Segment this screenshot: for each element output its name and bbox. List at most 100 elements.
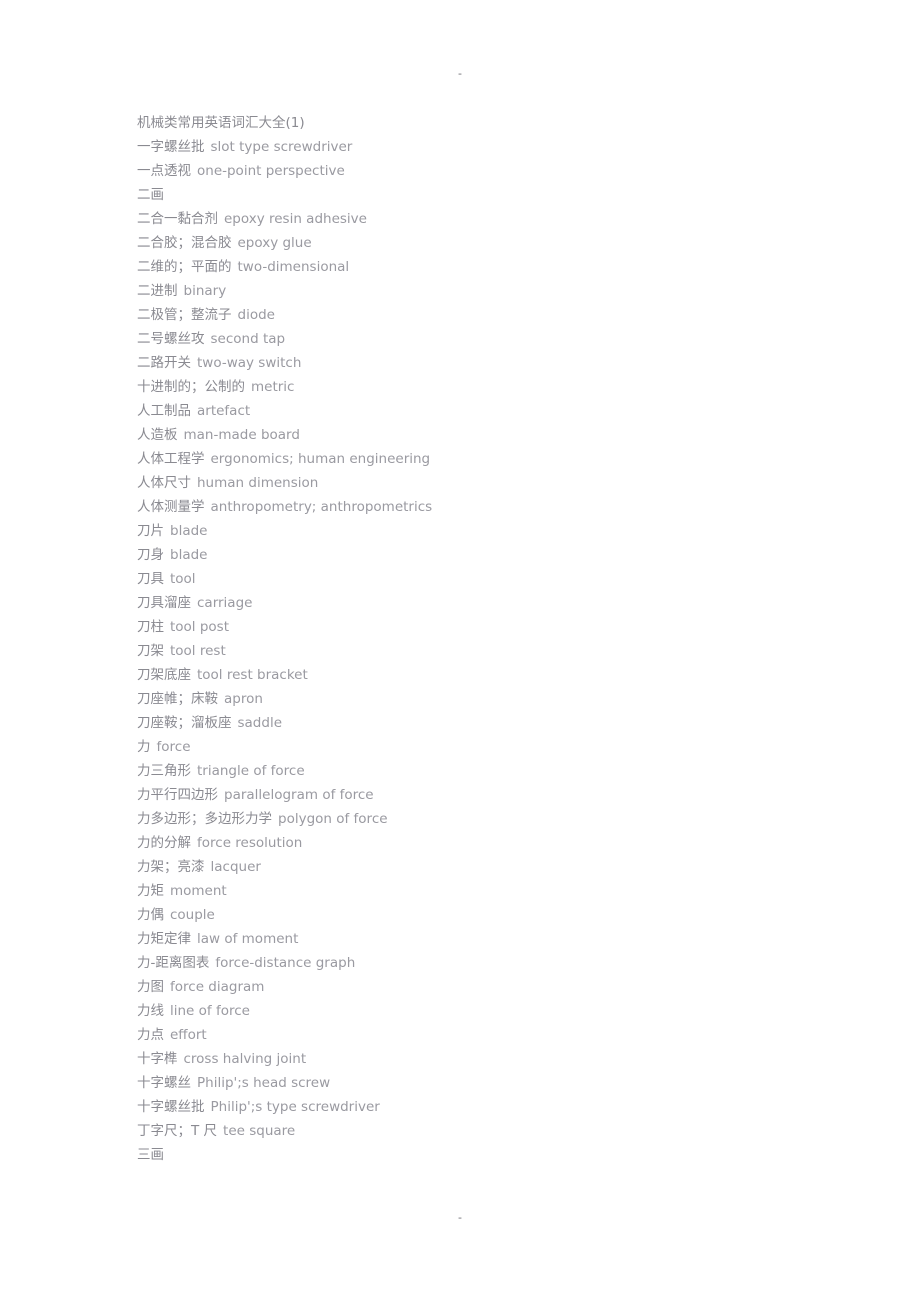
glossary-entry: 力平行四边形 parallelogram of force	[137, 783, 837, 807]
term-chinese: 力图	[137, 979, 164, 995]
term-chinese: 力矩定律	[137, 931, 191, 947]
term-chinese: 力平行四边形	[137, 787, 218, 803]
term-chinese: 二维的；平面的	[137, 259, 232, 275]
term-chinese: 力-距离图表	[137, 955, 210, 971]
term-chinese: 刀座帷；床鞍	[137, 691, 218, 707]
section-heading: 二画	[137, 183, 837, 207]
term-english: Philip';s head screw	[197, 1075, 331, 1091]
glossary-entry: 二极管；整流子 diode	[137, 303, 837, 327]
glossary-entry: 力-距离图表 force-distance graph	[137, 951, 837, 975]
glossary-entry: 人体工程学 ergonomics; human engineering	[137, 447, 837, 471]
glossary-entry: 刀具 tool	[137, 567, 837, 591]
term-chinese: 力三角形	[137, 763, 191, 779]
glossary-entry: 力点 effort	[137, 1023, 837, 1047]
term-chinese: 力偶	[137, 907, 164, 923]
term-english: lacquer	[210, 859, 261, 875]
term-english: anthropometry; anthropometrics	[210, 499, 433, 515]
term-english: cross halving joint	[183, 1051, 307, 1067]
term-chinese: 力线	[137, 1003, 164, 1019]
term-chinese: 力架；亮漆	[137, 859, 205, 875]
term-chinese: 二路开关	[137, 355, 191, 371]
term-english: carriage	[197, 595, 253, 611]
page-footer-mark: -	[458, 1211, 462, 1224]
term-chinese: 力	[137, 739, 151, 755]
term-english: human dimension	[197, 475, 319, 491]
glossary-entry: 力 force	[137, 735, 837, 759]
term-english: force	[156, 739, 191, 755]
term-chinese: 一字螺丝批	[137, 139, 205, 155]
glossary-entry: 刀座鞍；溜板座 saddle	[137, 711, 837, 735]
term-english: force-distance graph	[215, 955, 356, 971]
term-english: artefact	[197, 403, 251, 419]
document-page: - 机械类常用英语词汇大全(1) 一字螺丝批 slot type screwdriv…	[0, 0, 920, 1302]
term-english: parallelogram of force	[224, 787, 374, 803]
term-english: binary	[183, 283, 227, 299]
term-chinese: 人体尺寸	[137, 475, 191, 491]
glossary-entry: 力矩定律 law of moment	[137, 927, 837, 951]
term-english: diode	[237, 307, 275, 323]
term-chinese: 人体测量学	[137, 499, 205, 515]
term-chinese: 二极管；整流子	[137, 307, 232, 323]
term-chinese: 十字榫	[137, 1051, 178, 1067]
term-english: polygon of force	[278, 811, 388, 827]
term-chinese: 刀具溜座	[137, 595, 191, 611]
term-chinese: 机械类常用英语词汇大全(1)	[137, 115, 305, 131]
term-chinese: 一点透视	[137, 163, 191, 179]
term-english: epoxy resin adhesive	[224, 211, 367, 227]
term-english: blade	[170, 523, 208, 539]
glossary-entry: 刀身 blade	[137, 543, 837, 567]
term-english: triangle of force	[197, 763, 305, 779]
term-chinese: 二进制	[137, 283, 178, 299]
glossary-entry: 力三角形 triangle of force	[137, 759, 837, 783]
glossary-entry: 力的分解 force resolution	[137, 831, 837, 855]
term-chinese: 二画	[137, 187, 164, 203]
term-english: ergonomics; human engineering	[210, 451, 431, 467]
term-chinese: 十字螺丝批	[137, 1099, 205, 1115]
document-title: 机械类常用英语词汇大全(1)	[137, 111, 837, 135]
glossary-entry: 力多边形；多边形力学 polygon of force	[137, 807, 837, 831]
term-chinese: 刀柱	[137, 619, 164, 635]
term-english: one-point perspective	[197, 163, 345, 179]
term-english: tool rest bracket	[197, 667, 308, 683]
term-chinese: 丁字尺；T 尺	[137, 1123, 218, 1139]
glossary-entry: 十字榫 cross halving joint	[137, 1047, 837, 1071]
glossary-entry: 二合胶；混合胶 epoxy glue	[137, 231, 837, 255]
term-english: couple	[170, 907, 215, 923]
term-english: two-dimensional	[237, 259, 350, 275]
term-chinese: 二合胶；混合胶	[137, 235, 232, 251]
term-chinese: 刀身	[137, 547, 164, 563]
term-chinese: 刀架	[137, 643, 164, 659]
term-chinese: 人体工程学	[137, 451, 205, 467]
term-english: tool post	[170, 619, 230, 635]
glossary-entry: 人工制品 artefact	[137, 399, 837, 423]
term-chinese: 人造板	[137, 427, 178, 443]
term-english: line of force	[170, 1003, 250, 1019]
glossary-entry: 人造板 man-made board	[137, 423, 837, 447]
term-english: law of moment	[197, 931, 299, 947]
glossary-entry: 二进制 binary	[137, 279, 837, 303]
term-english: force resolution	[197, 835, 303, 851]
term-english: Philip';s type screwdriver	[210, 1099, 380, 1115]
term-english: man-made board	[183, 427, 300, 443]
term-english: slot type screwdriver	[210, 139, 353, 155]
glossary-entry: 二合一黏合剂 epoxy resin adhesive	[137, 207, 837, 231]
term-chinese: 十进制的；公制的	[137, 379, 245, 395]
term-chinese: 力的分解	[137, 835, 191, 851]
glossary-entry: 一字螺丝批 slot type screwdriver	[137, 135, 837, 159]
glossary-entry: 二号螺丝攻 second tap	[137, 327, 837, 351]
glossary-entry: 刀架底座 tool rest bracket	[137, 663, 837, 687]
term-chinese: 二号螺丝攻	[137, 331, 205, 347]
glossary-entry: 二路开关 two-way switch	[137, 351, 837, 375]
glossary-entry: 十进制的；公制的 metric	[137, 375, 837, 399]
term-english: epoxy glue	[237, 235, 312, 251]
term-english: tool rest	[170, 643, 226, 659]
glossary-entry: 十字螺丝批 Philip';s type screwdriver	[137, 1095, 837, 1119]
term-chinese: 十字螺丝	[137, 1075, 191, 1091]
term-chinese: 刀片	[137, 523, 164, 539]
term-chinese: 刀具	[137, 571, 164, 587]
glossary-entry: 力线 line of force	[137, 999, 837, 1023]
glossary-entry: 十字螺丝 Philip';s head screw	[137, 1071, 837, 1095]
term-chinese: 刀座鞍；溜板座	[137, 715, 232, 731]
glossary-entry: 刀座帷；床鞍 apron	[137, 687, 837, 711]
glossary-entry: 人体尺寸 human dimension	[137, 471, 837, 495]
